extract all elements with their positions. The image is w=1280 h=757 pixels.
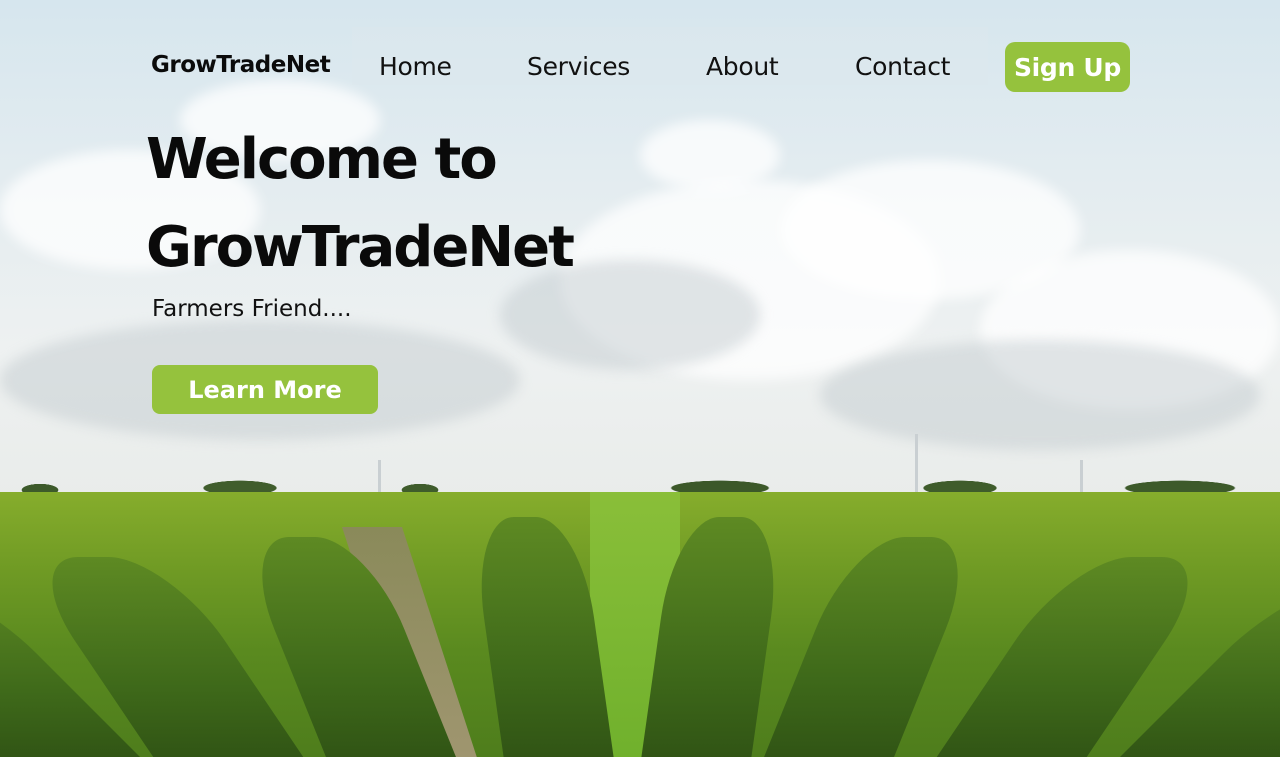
vineyard-field bbox=[0, 492, 1280, 757]
nav-about[interactable]: About bbox=[706, 52, 779, 81]
hero-title: Welcome to GrowTradeNet bbox=[146, 116, 766, 292]
learn-more-button[interactable]: Learn More bbox=[152, 365, 378, 414]
nav-contact[interactable]: Contact bbox=[855, 52, 950, 81]
vine-row bbox=[760, 537, 983, 757]
hero-tagline: Farmers Friend.... bbox=[152, 296, 352, 322]
site-logo[interactable]: GrowTradeNet bbox=[151, 52, 331, 78]
hero-title-line-1: Welcome to bbox=[146, 127, 498, 192]
nav-services[interactable]: Services bbox=[527, 52, 630, 81]
cloud bbox=[820, 340, 1260, 450]
wind-turbine bbox=[378, 460, 381, 492]
wind-turbine bbox=[1080, 460, 1083, 496]
sign-up-button[interactable]: Sign Up bbox=[1005, 42, 1130, 92]
nav-home[interactable]: Home bbox=[379, 52, 452, 81]
hero-title-line-2: GrowTradeNet bbox=[146, 215, 575, 280]
